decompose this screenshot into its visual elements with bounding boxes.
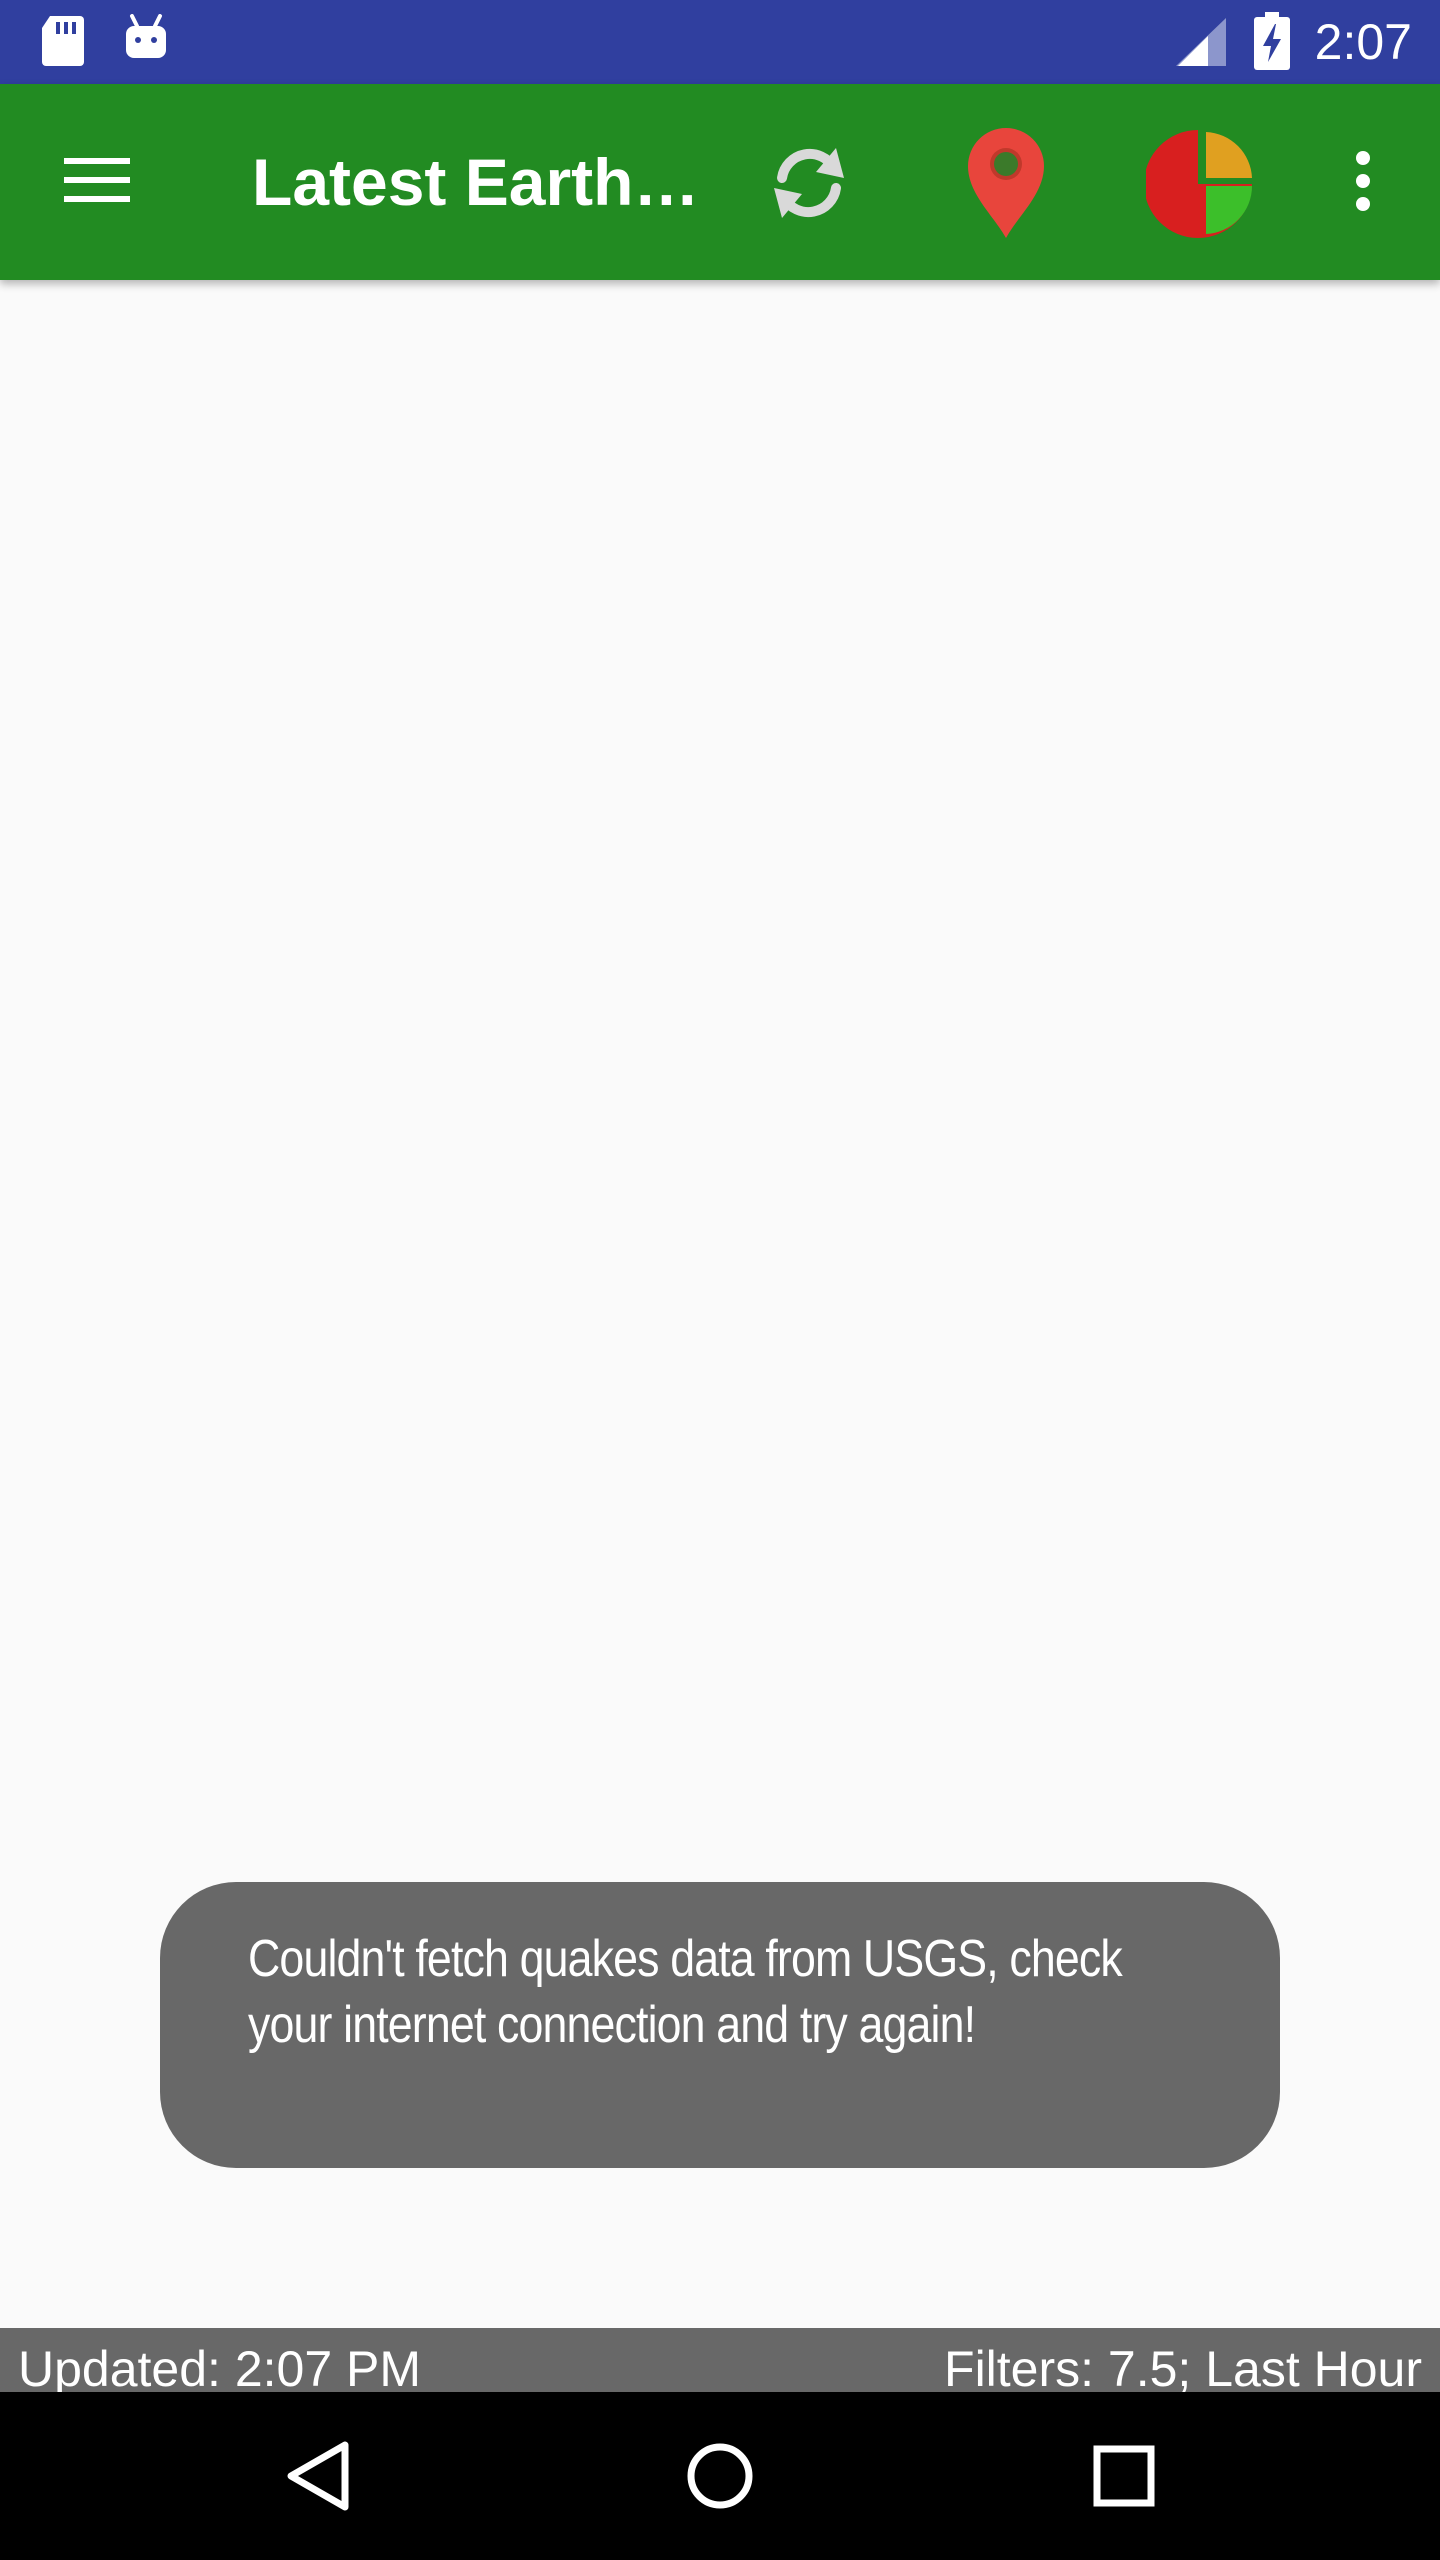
filters-label: Filters: 7.5; Last Hour (944, 2341, 1422, 2392)
signal-icon (1176, 18, 1228, 71)
footer-info-bar: Updated: 2:07 PM Filters: 7.5; Last Hour (0, 2328, 1440, 2392)
toast-message: Couldn't fetch quakes data from USGS, ch… (160, 1882, 1280, 2168)
app-bar: Latest Earth… (0, 84, 1440, 280)
menu-icon[interactable] (60, 150, 134, 215)
status-time: 2:07 (1314, 14, 1412, 70)
sd-card-icon (40, 14, 86, 73)
navigation-bar (0, 2392, 1440, 2560)
android-debug-icon (124, 14, 168, 71)
refresh-icon[interactable] (764, 138, 854, 233)
recents-icon[interactable] (1024, 2392, 1224, 2560)
page-title: Latest Earth… (252, 145, 692, 219)
more-vert-icon[interactable] (1346, 150, 1380, 217)
pie-chart-icon[interactable] (1144, 128, 1258, 245)
map-pin-icon[interactable] (964, 124, 1048, 245)
toast-text: Couldn't fetch quakes data from USGS, ch… (248, 1930, 1123, 2054)
updated-time-label: Updated: 2:07 PM (18, 2341, 422, 2392)
back-icon[interactable] (218, 2392, 418, 2560)
home-icon[interactable] (620, 2392, 820, 2560)
status-bar: 2:07 (0, 0, 1440, 84)
battery-charging-icon (1254, 12, 1290, 75)
